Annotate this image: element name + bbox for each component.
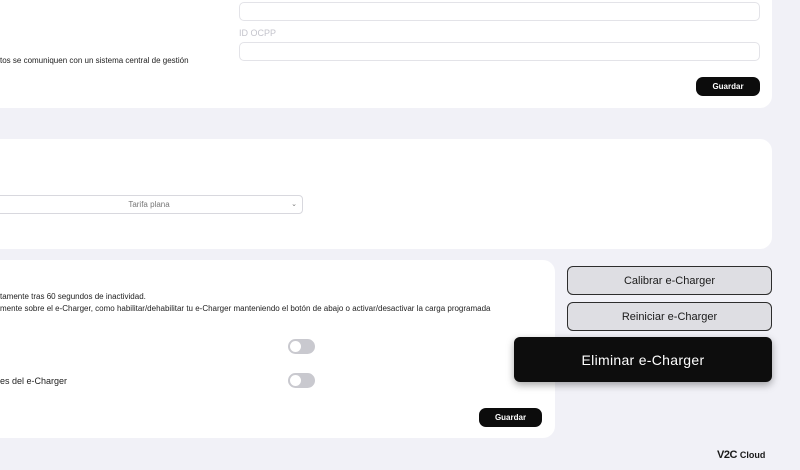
ocpp-id-input[interactable] [239,42,760,61]
button-function-description: mente sobre el e-Charger, como habilitar… [0,304,491,313]
tariff-card [0,139,772,249]
chevron-down-icon: ⌄ [291,201,297,208]
toggle-knob [290,375,301,386]
setting-toggle-2-label: es del e-Charger [0,376,68,386]
inactivity-description: tamente tras 60 segundos de inactividad. [0,292,146,301]
calibrate-charger-button[interactable]: Calibrar e-Charger [567,266,772,295]
ocpp-id-label: ID OCPP [239,28,277,38]
toggle-knob [290,341,301,352]
delete-charger-button[interactable]: Eliminar e-Charger [514,337,772,382]
setting-toggle-1[interactable] [288,339,315,354]
ocpp-save-button[interactable]: Guardar [696,77,760,96]
charger-settings-card [0,260,555,438]
setting-toggle-2[interactable] [288,373,315,388]
v2c-cloud-logo: V2C Cloud [717,449,765,461]
tariff-select-value: Tarifa plana [128,200,170,209]
logo-mark: V2C [717,449,737,461]
settings-save-button[interactable]: Guardar [479,408,542,427]
restart-charger-button[interactable]: Reiniciar e-Charger [567,302,772,331]
tariff-select[interactable]: Tarifa plana ⌄ [0,195,303,214]
logo-sub: Cloud [739,450,766,460]
ocpp-url-input[interactable] [239,2,760,21]
ocpp-description: tos se comuniquen con un sistema central… [0,56,189,65]
